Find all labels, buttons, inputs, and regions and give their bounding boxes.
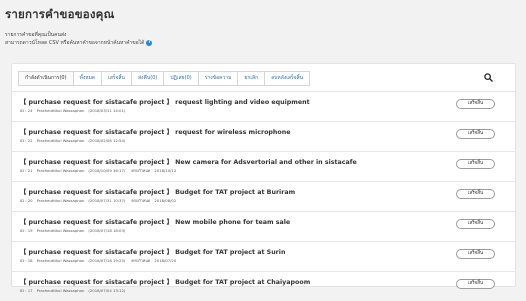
request-title[interactable]: 【 purchase request for sistacafe project… bbox=[20, 247, 285, 256]
detail-button[interactable]: เสร็จสิ้น bbox=[456, 129, 495, 139]
request-panel: กำลังดำเนินการ(0) ทั้งหมด เสร็จสิ้น ส่งคืน(… bbox=[11, 63, 516, 293]
request-meta: ID : 19 Pracheuttikul Wassaphon (2018/07/1… bbox=[20, 228, 139, 233]
request-submitted: (2018/07/18 18:03) bbox=[88, 228, 126, 233]
intro-line-1: รายการคำขอที่คุณเป็นคนส่ง bbox=[5, 32, 67, 38]
page-title: รายการคำขอของคุณ bbox=[5, 7, 115, 21]
tab-3[interactable]: ส่งคืน(0) bbox=[130, 71, 165, 86]
request-id: ID : 18 bbox=[20, 258, 33, 263]
request-id: ID : 22 bbox=[20, 138, 33, 143]
request-title[interactable]: 【 purchase request for sistacafe project… bbox=[20, 187, 295, 196]
request-title[interactable]: 【 purchase request for sistacafe project… bbox=[20, 157, 357, 166]
request-meta: ID : 21 Pracheuttikul Wassaphon (2018/10/0… bbox=[20, 168, 180, 174]
request-row[interactable]: 【 purchase request for sistacafe project… bbox=[12, 211, 515, 241]
request-row[interactable]: 【 purchase request for sistacafe project… bbox=[12, 91, 515, 121]
request-id: ID : 17 bbox=[20, 288, 33, 293]
request-submitted: (2018/07/04 13:12) bbox=[88, 288, 126, 293]
intro-line-2: สามารถดาวน์โหลด CSV หรือค้นหาคำขอจากหน้า… bbox=[5, 40, 145, 46]
request-submitted: (2018/02/08 12:54) bbox=[88, 138, 126, 143]
tab-7[interactable]: ลบหลังเสร็จสิ้น bbox=[264, 71, 311, 86]
request-due-date: 2018/08/02 bbox=[154, 198, 177, 203]
request-due-date: 2018/10/12 bbox=[154, 168, 177, 173]
request-applicant: Pracheuttikul Wassaphon bbox=[36, 168, 85, 173]
request-title[interactable]: 【 purchase request for sistacafe project… bbox=[20, 217, 290, 226]
detail-button[interactable]: เสร็จสิ้น bbox=[456, 249, 495, 259]
request-meta: ID : 22 Pracheuttikul Wassaphon (2018/02/0… bbox=[20, 138, 139, 143]
tab-5[interactable]: ร่างข้อความ bbox=[197, 71, 239, 86]
request-title[interactable]: 【 purchase request for sistacafe project… bbox=[20, 127, 290, 136]
request-applicant: Pracheuttikul Wassaphon bbox=[36, 198, 85, 203]
tab-1[interactable]: ทั้งหมด bbox=[72, 71, 103, 86]
request-meta: ID : 17 Pracheuttikul Wassaphon (2018/07/0… bbox=[20, 288, 139, 293]
detail-button[interactable]: เสร็จสิ้น bbox=[456, 159, 495, 169]
request-applicant: Pracheuttikul Wassaphon bbox=[36, 108, 85, 113]
status-tabs: กำลังดำเนินการ(0) ทั้งหมด เสร็จสิ้น ส่งคืน(… bbox=[18, 71, 311, 86]
tab-0[interactable]: กำลังดำเนินการ(0) bbox=[18, 71, 74, 86]
request-submitted: (2018/03/11 14:01) bbox=[88, 108, 126, 113]
request-meta: ID : 18 Pracheuttikul Wassaphon (2018/07/1… bbox=[20, 258, 180, 264]
request-row[interactable]: 【 purchase request for sistacafe project… bbox=[12, 181, 515, 211]
detail-button[interactable]: เสร็จสิ้น bbox=[456, 99, 495, 109]
request-id: ID : 19 bbox=[20, 228, 33, 233]
detail-button[interactable]: เสร็จสิ้น bbox=[456, 189, 495, 199]
request-applicant: Pracheuttikul Wassaphon bbox=[36, 228, 85, 233]
request-submitted: (2018/10/09 16:17) bbox=[88, 168, 126, 173]
request-row[interactable]: 【 purchase request for sistacafe project… bbox=[12, 241, 515, 271]
request-row[interactable]: 【 purchase request for sistacafe project… bbox=[12, 271, 515, 301]
request-applicant: Pracheuttikul Wassaphon bbox=[36, 138, 85, 143]
request-submitted: (2018/07/31 10:37) bbox=[88, 198, 126, 203]
request-list: 【 purchase request for sistacafe project… bbox=[12, 91, 515, 301]
request-due-label: ครบกำหนด bbox=[131, 198, 151, 203]
request-id: ID : 20 bbox=[20, 198, 33, 203]
detail-button[interactable]: เสร็จสิ้น bbox=[456, 279, 495, 289]
request-row[interactable]: 【 purchase request for sistacafe project… bbox=[12, 151, 515, 181]
request-due-label: ครบกำหนด bbox=[131, 258, 151, 263]
request-due-label: ครบกำหนด bbox=[131, 168, 151, 173]
search-icon[interactable] bbox=[484, 73, 493, 82]
request-title[interactable]: 【 purchase request for sistacafe project… bbox=[20, 97, 310, 106]
request-due-date: 2018/07/20 bbox=[154, 258, 177, 263]
request-applicant: Pracheuttikul Wassaphon bbox=[36, 288, 85, 293]
request-id: ID : 21 bbox=[20, 168, 33, 173]
request-row[interactable]: 【 purchase request for sistacafe project… bbox=[12, 121, 515, 151]
intro-text: รายการคำขอที่คุณเป็นคนส่ง สามารถดาวน์โหล… bbox=[5, 31, 153, 47]
request-meta: ID : 24 Pracheuttikul Wassaphon (2018/03/1… bbox=[20, 108, 139, 113]
tab-2[interactable]: เสร็จสิ้น bbox=[101, 71, 132, 86]
request-meta: ID : 20 Pracheuttikul Wassaphon (2018/07/3… bbox=[20, 198, 180, 204]
detail-button[interactable]: เสร็จสิ้น bbox=[456, 219, 495, 229]
request-applicant: Pracheuttikul Wassaphon bbox=[36, 258, 85, 263]
tab-6[interactable]: ยกเลิก bbox=[237, 71, 266, 86]
tab-4[interactable]: ปฏิเสธ(0) bbox=[163, 71, 199, 86]
intro-line-2-row: สามารถดาวน์โหลด CSV หรือค้นหาคำขอจากหน้า… bbox=[5, 39, 153, 47]
request-id: ID : 24 bbox=[20, 108, 33, 113]
request-submitted: (2018/07/18 19:23) bbox=[88, 258, 126, 263]
help-icon[interactable]: ? bbox=[146, 40, 153, 46]
